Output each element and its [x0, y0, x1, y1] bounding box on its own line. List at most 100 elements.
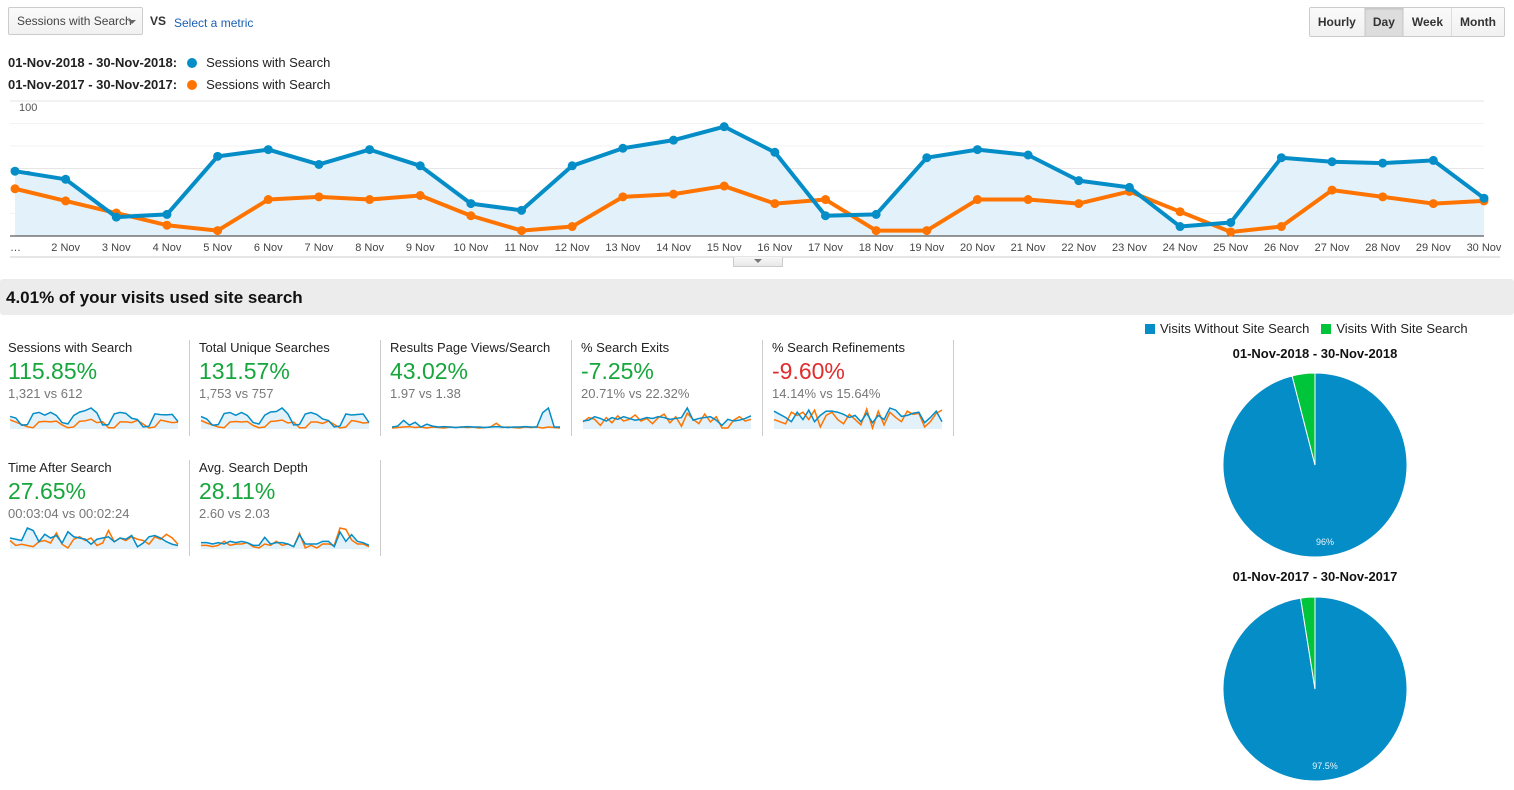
data-point[interactable]: [820, 211, 830, 221]
data-point[interactable]: [1378, 192, 1388, 202]
data-point[interactable]: [61, 196, 71, 206]
data-point[interactable]: [1327, 157, 1337, 167]
granularity-day-button[interactable]: Day: [1363, 8, 1403, 36]
metric-card[interactable]: Results Page Views/Search 43.02% 1.97 vs 1…: [390, 340, 572, 436]
legend-row-current: 01-Nov-2018 - 30-Nov-2018: Sessions with…: [8, 55, 330, 70]
data-point[interactable]: [719, 122, 729, 132]
data-point[interactable]: [162, 220, 172, 230]
summary-headline: 4.01% of your visits used site search: [6, 288, 303, 307]
data-point[interactable]: [618, 192, 628, 202]
metric-card[interactable]: Sessions with Search 115.85% 1,321 vs 612: [8, 340, 190, 436]
data-point[interactable]: [1023, 150, 1033, 160]
data-point[interactable]: [1327, 185, 1337, 195]
x-tick-label: 4 Nov: [153, 242, 182, 254]
data-point[interactable]: [922, 226, 932, 236]
data-point[interactable]: [972, 195, 982, 205]
data-point[interactable]: [871, 226, 881, 236]
legend-range: 01-Nov-2017 - 30-Nov-2017:: [8, 77, 178, 92]
metric-card[interactable]: Time After Search 27.65% 00:03:04 vs 00:02…: [8, 460, 190, 556]
data-point[interactable]: [972, 145, 982, 155]
data-point[interactable]: [1124, 182, 1134, 192]
granularity-month-button[interactable]: Month: [1451, 8, 1504, 36]
metric-title: Total Unique Searches: [199, 340, 330, 355]
data-point[interactable]: [820, 195, 830, 205]
metric-card[interactable]: Total Unique Searches 131.57% 1,753 vs 757: [199, 340, 381, 436]
data-point[interactable]: [770, 147, 780, 157]
legend-range: 01-Nov-2018 - 30-Nov-2018:: [8, 55, 178, 70]
granularity-week-button[interactable]: Week: [1402, 8, 1452, 36]
granularity-hourly-button[interactable]: Hourly: [1309, 8, 1364, 36]
x-tick-label: 8 Nov: [355, 242, 384, 254]
data-point[interactable]: [466, 199, 476, 209]
chevron-down-icon: [754, 259, 762, 263]
data-point[interactable]: [1023, 195, 1033, 205]
data-point[interactable]: [1428, 155, 1438, 165]
data-point[interactable]: [61, 174, 71, 184]
data-point[interactable]: [466, 211, 476, 221]
metric-change: 43.02%: [390, 358, 469, 384]
data-point[interactable]: [871, 209, 881, 219]
data-point[interactable]: [669, 135, 679, 145]
data-point[interactable]: [1276, 153, 1286, 163]
data-point[interactable]: [1175, 222, 1185, 232]
data-point[interactable]: [567, 222, 577, 232]
data-point[interactable]: [314, 192, 324, 202]
data-point[interactable]: [10, 166, 20, 176]
data-point[interactable]: [365, 145, 375, 155]
metric-change: -9.60%: [772, 358, 845, 384]
pie-chart-previous[interactable]: 97.5%: [1215, 589, 1415, 789]
data-point[interactable]: [1428, 199, 1438, 209]
chevron-down-icon: [128, 20, 136, 24]
data-point[interactable]: [517, 205, 527, 215]
sessions-line-chart[interactable]: 10050…2 Nov3 Nov4 Nov5 Nov6 Nov7 Nov8 No…: [0, 95, 1514, 260]
x-tick-label: 17 Nov: [808, 242, 843, 254]
data-point[interactable]: [10, 184, 20, 194]
metric-change: 27.65%: [8, 478, 87, 504]
metric-card[interactable]: % Search Refinements -9.60% 14.14% vs 15.6…: [772, 340, 954, 436]
data-point[interactable]: [415, 161, 425, 171]
pie-title-current: 01-Nov-2018 - 30-Nov-2018: [1232, 346, 1398, 361]
data-point[interactable]: [314, 159, 324, 169]
data-point[interactable]: [1378, 158, 1388, 168]
data-point[interactable]: [1074, 176, 1084, 186]
metric-title: Time After Search: [8, 460, 112, 475]
select-metric-link[interactable]: Select a metric: [174, 16, 253, 30]
metric-card[interactable]: Avg. Search Depth 28.11% 2.60 vs 2.03: [199, 460, 381, 556]
granularity-toggle: Hourly Day Week Month: [1308, 7, 1505, 37]
data-point[interactable]: [1074, 199, 1084, 209]
metric-card[interactable]: % Search Exits -7.25% 20.71% vs 22.32%: [581, 340, 763, 436]
data-point[interactable]: [669, 189, 679, 199]
metric-sparkline: [201, 527, 370, 550]
data-point[interactable]: [770, 199, 780, 209]
data-point[interactable]: [1276, 222, 1286, 232]
data-point[interactable]: [263, 145, 273, 155]
metric-sparkline: [773, 406, 943, 430]
metric-sparkline: [9, 407, 179, 429]
data-point[interactable]: [618, 143, 628, 153]
data-point[interactable]: [213, 151, 223, 161]
data-point[interactable]: [263, 195, 273, 205]
data-point[interactable]: [162, 209, 172, 219]
data-point[interactable]: [719, 181, 729, 191]
data-point[interactable]: [1175, 207, 1185, 217]
x-tick-label: 27 Nov: [1315, 242, 1350, 254]
primary-metric-select[interactable]: Sessions with Search: [8, 7, 143, 35]
metric-comparison: 00:03:04 vs 00:02:24: [8, 506, 130, 521]
metric-title: Avg. Search Depth: [199, 460, 308, 475]
x-tick-label: …: [10, 242, 21, 254]
data-point[interactable]: [111, 212, 121, 222]
data-point[interactable]: [567, 161, 577, 171]
data-point[interactable]: [415, 191, 425, 200]
metric-comparison: 2.60 vs 2.03: [199, 506, 270, 521]
data-point[interactable]: [1226, 227, 1236, 237]
data-point[interactable]: [365, 195, 375, 205]
pie-legend-label: Visits Without Site Search: [1160, 321, 1310, 336]
chart-expand-handle[interactable]: [733, 257, 783, 267]
pie-data-label: 97.5%: [1312, 761, 1338, 771]
pie-chart-current[interactable]: 96%: [1215, 365, 1415, 565]
data-point[interactable]: [922, 153, 932, 163]
data-point[interactable]: [1479, 193, 1489, 203]
data-point[interactable]: [213, 226, 223, 236]
data-point[interactable]: [1226, 218, 1236, 227]
data-point[interactable]: [517, 226, 527, 236]
